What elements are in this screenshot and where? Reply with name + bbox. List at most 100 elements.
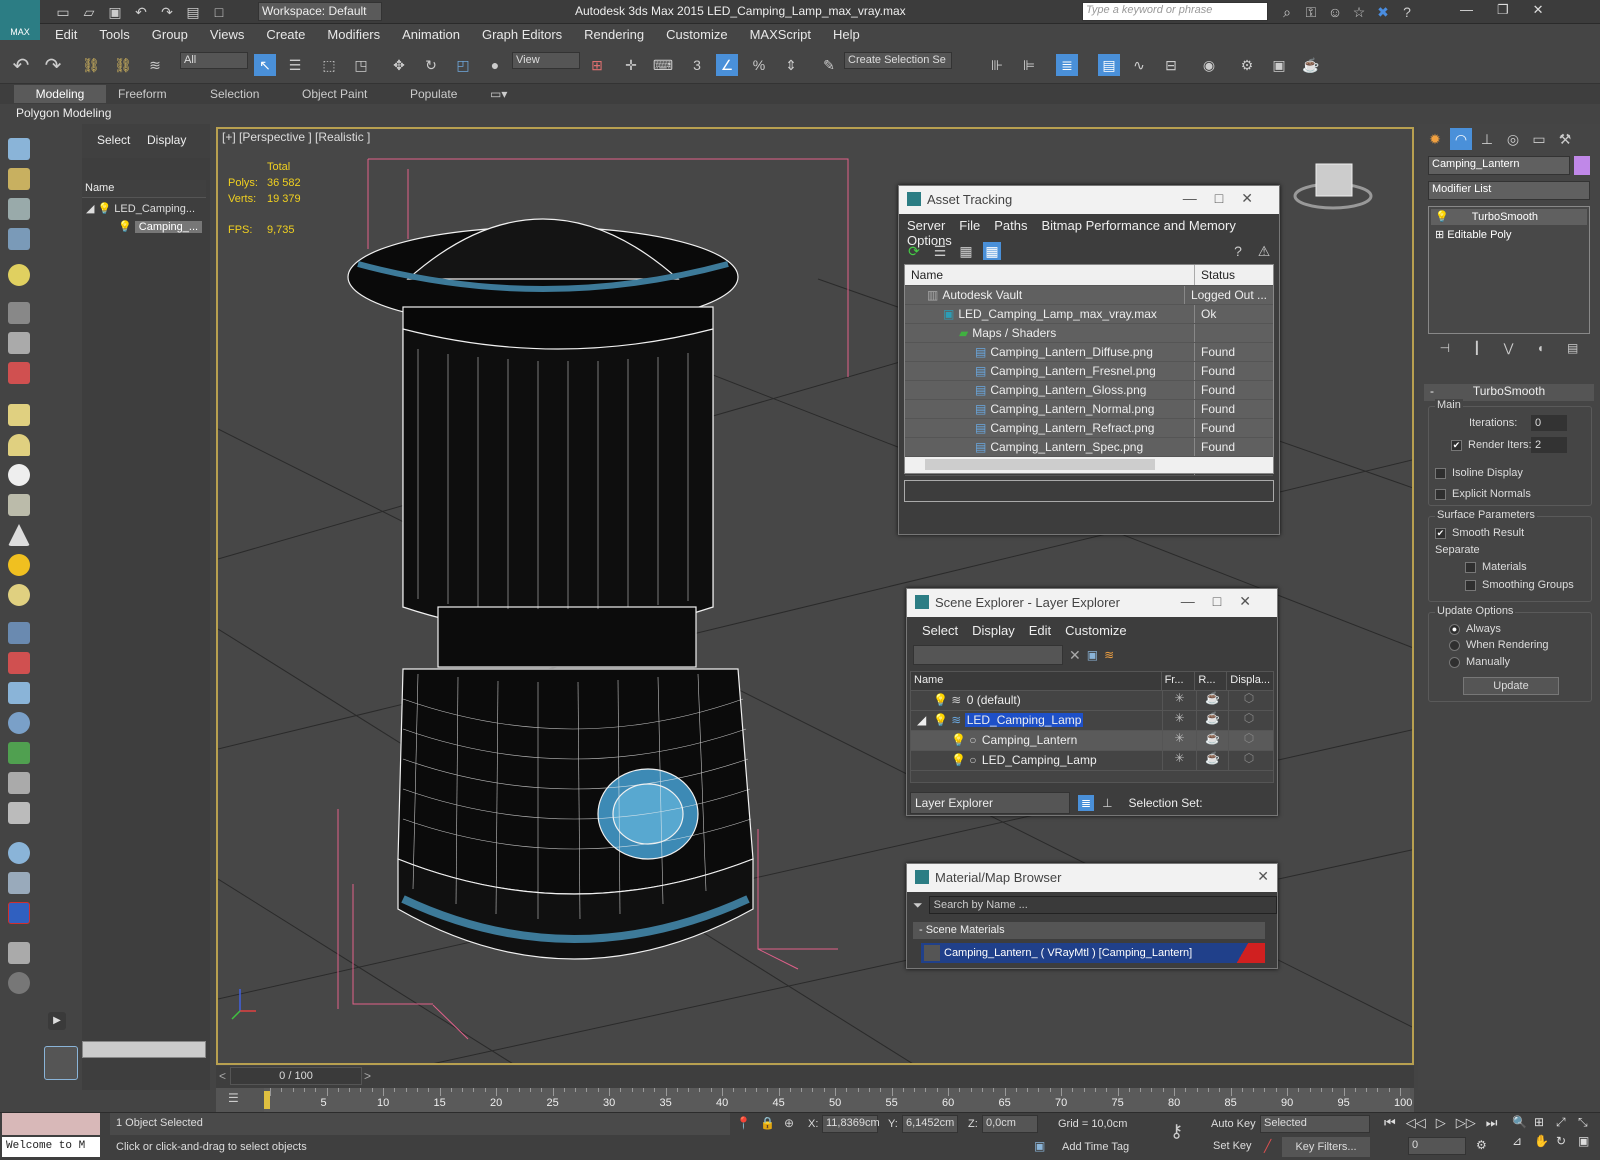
smooth-result-row[interactable]: ✔ Smooth Result [1435,527,1524,539]
isolate-icon[interactable]: 📍 [736,1116,751,1130]
light-bulb-icon[interactable]: 💡 [951,753,966,767]
display-box-icon[interactable]: ⬡ [1229,751,1269,770]
light-bulb-icon[interactable]: 💡 [933,713,948,727]
maximize-icon[interactable]: □ [1215,190,1241,206]
explorer-col-display[interactable]: Displa... [1227,672,1273,690]
menu-modifiers[interactable]: Modifiers [316,24,391,42]
sphere-icon[interactable] [8,464,30,486]
ribbon-options-icon[interactable]: ▭▾ [490,87,507,101]
expand-arrow-icon[interactable]: ▶ [48,1012,66,1030]
stack-item-turbosmooth[interactable]: 💡 TurboSmooth [1431,209,1587,225]
menu-create[interactable]: Create [255,24,316,42]
update-rendering-row[interactable]: When Rendering [1449,639,1549,651]
pivot-icon[interactable]: ⊞ [586,54,608,76]
table-row[interactable]: ▰ Maps / Shaders [905,324,1273,343]
material-item[interactable]: Camping_Lantern_ ( VRayMtl ) [Camping_La… [921,943,1265,963]
asset-menu-file[interactable]: File [952,218,987,233]
new-layer-icon[interactable]: ▣ [1087,648,1098,662]
render-teapot-icon[interactable]: ☕ [1197,751,1229,770]
explorer-menu-edit[interactable]: Edit [1022,623,1058,638]
make-unique-icon[interactable]: ⋁ [1504,341,1514,355]
maximize-icon[interactable]: ❐ [1497,2,1509,18]
menu-tools[interactable]: Tools [88,24,140,42]
snap-toggle-icon[interactable]: 3 [686,54,708,76]
list-panel-icon[interactable] [8,198,30,220]
table-row[interactable]: ▥ Autodesk Vault Logged Out ... [905,286,1273,305]
utilities-tab-icon[interactable]: ⚒ [1554,128,1576,150]
rendered-frame-icon[interactable]: ▣ [1268,54,1290,76]
close-icon[interactable]: ✕ [1533,2,1544,18]
table-row[interactable]: ▤ Camping_Lantern_Fresnel.png Found [905,362,1273,381]
named-selection-set-dropdown[interactable]: Create Selection Se [844,52,952,69]
isoline-checkbox[interactable] [1435,467,1446,479]
render-teapot-icon[interactable]: ☕ [1197,711,1229,730]
bind-space-warp-icon[interactable]: ≋ [144,54,166,76]
material-browser-titlebar[interactable]: Material/Map Browser ✕ [907,864,1277,892]
menu-views[interactable]: Views [199,24,255,42]
display-box-icon[interactable]: ⬡ [1229,731,1269,750]
freeze-icon[interactable]: ✳ [1163,751,1197,770]
freeze-icon[interactable]: ✳ [1163,711,1197,730]
layer-manager-icon[interactable]: ≣ [1056,54,1078,76]
maximize-icon[interactable]: □ [1213,593,1239,609]
manipulate-icon[interactable]: ✛ [620,54,642,76]
explorer-menu-select[interactable]: Select [915,623,965,638]
viewport-layout-icon[interactable] [44,1046,78,1080]
vfb-icon[interactable] [8,872,30,894]
selection-filter-dropdown[interactable]: All [180,52,248,69]
selection-key-dropdown[interactable]: Selected [1260,1115,1370,1133]
create-tab-icon[interactable]: ✹ [1424,128,1446,150]
object-name-field[interactable]: Camping_Lantern [1428,156,1571,175]
unlink-icon[interactable]: ⛓ [112,54,134,76]
remove-modifier-icon[interactable]: ◖ [1537,341,1544,355]
teapot-icon[interactable] [8,138,30,160]
material-sphere-icon[interactable] [8,842,30,864]
absolute-mode-icon[interactable]: ⊕ [784,1116,794,1130]
maximize-viewport-icon[interactable]: ▣ [1578,1134,1598,1148]
asset-menu-server[interactable]: Server [900,218,952,233]
close-icon[interactable]: ✕ [1257,868,1269,884]
scene-tab-select[interactable]: Select [97,133,130,147]
scene-tab-display[interactable]: Display [147,133,186,147]
hair-icon[interactable] [8,772,30,794]
light-bulb-icon[interactable]: 💡 [933,693,948,707]
select-by-name-icon[interactable]: ☰ [284,54,306,76]
ribbon-tab-freeform[interactable]: Freeform [118,87,167,101]
ribbon-tab-object-paint[interactable]: Object Paint [302,87,367,101]
table-row[interactable]: ▤ Camping_Lantern_Gloss.png Found [905,381,1273,400]
scale-icon[interactable]: ◰ [452,54,474,76]
table-row[interactable]: ▤ Camping_Lantern_Refract.png Found [905,419,1273,438]
x-coordinate-field[interactable]: 11,8369cm [822,1115,880,1133]
configure-sets-icon[interactable]: ▤ [1567,341,1578,355]
collapse-icon[interactable]: ◢ [917,713,926,727]
render-frame-icon[interactable] [8,168,30,190]
link-icon[interactable]: ⛓ [80,54,102,76]
expand-icon[interactable]: ⊞ [1435,229,1444,241]
gear-icon[interactable] [8,712,30,734]
add-to-layer-icon[interactable]: ≋ [1104,648,1114,662]
clear-search-icon[interactable]: ✕ [1069,647,1081,664]
explorer-col-render[interactable]: R... [1195,672,1228,690]
redo-icon[interactable]: ↷ [42,54,64,77]
table-view-icon[interactable]: ▦ [957,242,975,260]
box-icon[interactable] [8,404,30,426]
favorites-star-icon[interactable]: ☆ [1348,1,1370,23]
display-box-icon[interactable]: ⬡ [1229,691,1269,710]
menu-help[interactable]: Help [822,24,871,42]
key-mode-icon[interactable]: ╱ [1264,1139,1271,1153]
scene-col-name[interactable]: Name [82,182,114,194]
materials-row[interactable]: Materials [1465,561,1527,573]
tree-item[interactable]: 💡 Camping_... [118,220,206,238]
dome-icon[interactable] [8,434,30,456]
pin-stack-icon[interactable]: ⊣ [1440,341,1450,355]
minimize-icon[interactable]: — [1183,190,1215,206]
iterations-spinner[interactable]: 0 [1531,415,1567,431]
angle-snap-icon[interactable]: ∠ [716,54,738,76]
smoothing-groups-checkbox[interactable] [1465,579,1476,591]
fur-icon[interactable] [8,802,30,824]
render-iters-row[interactable]: ✔ Render Iters: [1451,439,1532,451]
disc-light-icon[interactable] [8,584,30,606]
set-key-button[interactable]: Set Key [1210,1137,1255,1155]
menu-group[interactable]: Group [141,24,199,42]
render-production-icon[interactable]: ☕ [1300,54,1322,76]
